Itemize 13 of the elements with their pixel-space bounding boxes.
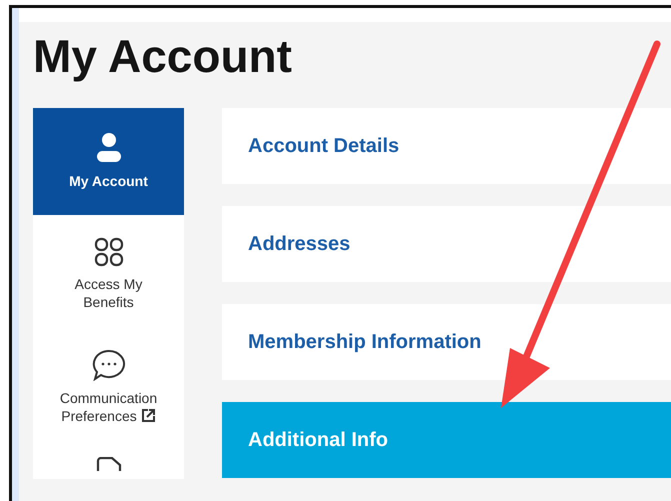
sidebar-item[interactable]: Communication Preferences xyxy=(33,327,184,439)
sidebar-item[interactable]: Access My Benefits xyxy=(33,215,184,327)
section-link[interactable]: Addresses xyxy=(222,206,671,282)
sidebar-label: Communication Preferences xyxy=(58,389,158,425)
grid-icon xyxy=(94,237,124,267)
sidebar-label: My Account xyxy=(69,172,148,190)
sidebar-item[interactable]: My Account xyxy=(33,108,184,215)
person-icon xyxy=(96,132,122,164)
chat-bubble-icon xyxy=(92,349,126,381)
section-link[interactable]: Membership Information xyxy=(222,304,671,380)
page-title: My Account xyxy=(33,30,293,82)
sidebar-label: Access My Benefits xyxy=(74,275,144,311)
section-link[interactable]: Account Details xyxy=(222,108,671,184)
